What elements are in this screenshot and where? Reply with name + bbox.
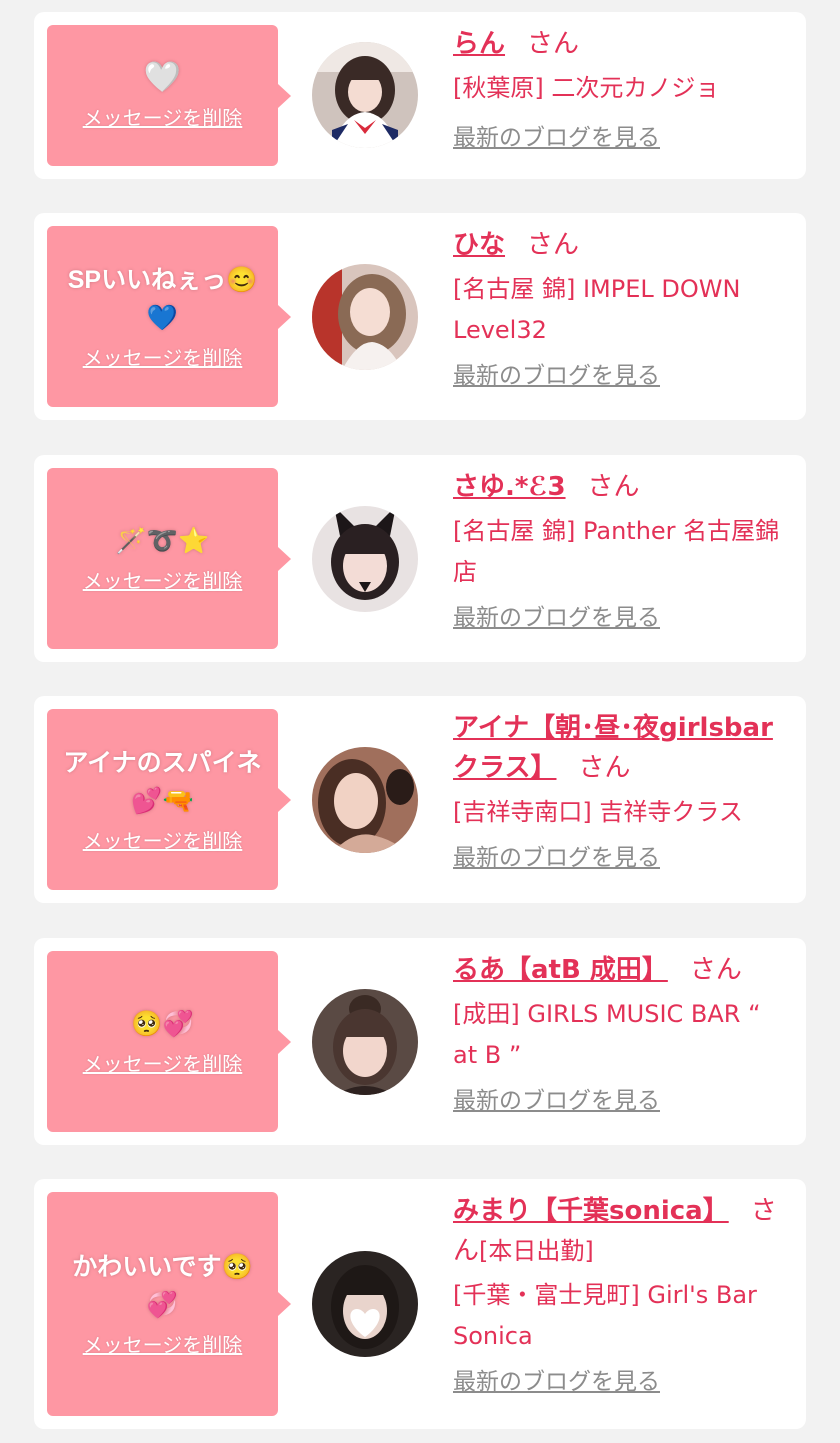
shop-name: [吉祥寺南口] 吉祥寺クラス: [453, 798, 743, 826]
shop-name: [名古屋 錦] Panther 名古屋錦店: [453, 517, 780, 586]
avatar[interactable]: [312, 989, 418, 1095]
delete-message-link[interactable]: メッセージを削除: [83, 1049, 243, 1079]
message-bubble: 🪄➰⭐️ メッセージを削除: [47, 468, 291, 649]
latest-blog-link[interactable]: 最新のブログを見る: [453, 359, 660, 393]
message-bubble: SPいいねぇっ😊💙 メッセージを削除: [47, 226, 291, 407]
shop-name: [秋葉原] 二次元カノジョ: [453, 74, 720, 102]
message-text: 🥺💞: [131, 1009, 194, 1038]
list-item: アイナのスパイネ💕🔫 メッセージを削除 アイナ【朝･昼･夜girlsbarクラス…: [34, 696, 806, 903]
delete-message-link[interactable]: メッセージを削除: [83, 1330, 243, 1360]
message-text: 🪄➰⭐️: [115, 526, 210, 555]
delete-message-link[interactable]: メッセージを削除: [83, 343, 243, 373]
info-column: アイナ【朝･昼･夜girlsbarクラス】 さん [吉祥寺南口] 吉祥寺クラス 最…: [453, 708, 791, 875]
name-link[interactable]: みまり【千葉sonica】: [453, 1196, 729, 1226]
name-link[interactable]: らん: [453, 29, 505, 59]
message-bubble: かわいいです🥺💞 メッセージを削除: [47, 1192, 291, 1416]
shop-name: [成田] GIRLS MUSIC BAR “ at B ”: [453, 1000, 761, 1069]
avatar[interactable]: [312, 42, 418, 148]
message-text: SPいいねぇっ😊💙: [67, 265, 258, 332]
list-item: 🪄➰⭐️ メッセージを削除 さゆ.*ℰ3 さん [名古屋 錦] Panther 名…: [34, 455, 806, 662]
shop-name: [千葉・富士見町] Girl's Bar Sonica: [453, 1281, 757, 1350]
shop-name: [名古屋 錦] IMPEL DOWN Level32: [453, 275, 741, 344]
name-line: さゆ.*ℰ3 さん: [453, 467, 791, 507]
info-column: らん さん [秋葉原] 二次元カノジョ 最新のブログを見る: [453, 24, 791, 155]
list-item: 🥺💞 メッセージを削除 るあ【atB 成田】 さん [成田] GIRLS MUSI…: [34, 938, 806, 1145]
message-text: かわいいです🥺💞: [72, 1253, 253, 1319]
message-text: アイナのスパイネ💕🔫: [63, 748, 262, 815]
message-bubble: アイナのスパイネ💕🔫 メッセージを削除: [47, 709, 291, 890]
avatar[interactable]: [312, 506, 418, 612]
name-line: ひな さん: [453, 225, 791, 265]
delete-message-link[interactable]: メッセージを削除: [83, 826, 243, 856]
name-line: らん さん: [453, 24, 791, 64]
status-text: [本日出勤]: [479, 1237, 594, 1265]
latest-blog-link[interactable]: 最新のブログを見る: [453, 1084, 660, 1118]
avatar[interactable]: [312, 1251, 418, 1357]
info-column: さゆ.*ℰ3 さん [名古屋 錦] Panther 名古屋錦店 最新のブログを見る: [453, 467, 791, 635]
name-line: アイナ【朝･昼･夜girlsbarクラス】 さん: [453, 708, 791, 788]
message-bubble: 🤍 メッセージを削除: [47, 25, 291, 166]
info-column: ひな さん [名古屋 錦] IMPEL DOWN Level32 最新のブログを見…: [453, 225, 791, 393]
avatar[interactable]: [312, 264, 418, 370]
honorific: さん: [689, 955, 742, 985]
name-link[interactable]: ひな: [453, 230, 505, 260]
favorites-list: 🤍 メッセージを削除 らんさん [秋葉原] 二次元カノジョ 最新のブログを見る: [0, 0, 840, 1443]
name-link[interactable]: るあ【atB 成田】: [453, 955, 668, 985]
name-link[interactable]: さゆ.*ℰ3: [453, 472, 566, 502]
delete-message-link[interactable]: メッセージを削除: [83, 566, 243, 596]
latest-blog-link[interactable]: 最新のブログを見る: [453, 121, 660, 155]
name-line: みまり【千葉sonica】 さん[本日出勤]: [453, 1191, 791, 1271]
info-column: るあ【atB 成田】 さん [成田] GIRLS MUSIC BAR “ at B…: [453, 950, 791, 1118]
info-column: みまり【千葉sonica】 さん[本日出勤] [千葉・富士見町] Girl's B…: [453, 1191, 791, 1399]
name-line: るあ【atB 成田】 さん: [453, 950, 791, 990]
message-bubble: 🥺💞 メッセージを削除: [47, 951, 291, 1132]
delete-message-link[interactable]: メッセージを削除: [83, 103, 243, 133]
list-item: SPいいねぇっ😊💙 メッセージを削除 ひな さん [名古屋 錦] IMPEL DO…: [34, 213, 806, 420]
list-item: 🤍 メッセージを削除 らん さん [秋葉原] 二次元カノジョ 最新のブログを見る: [34, 12, 806, 179]
honorific: さん: [527, 29, 580, 59]
latest-blog-link[interactable]: 最新のブログを見る: [453, 601, 660, 635]
message-text: 🤍: [143, 60, 182, 94]
avatar[interactable]: [312, 747, 418, 853]
honorific: さん: [527, 230, 580, 260]
latest-blog-link[interactable]: 最新のブログを見る: [453, 841, 660, 875]
honorific: さん: [578, 753, 631, 783]
honorific: さん: [587, 472, 640, 502]
latest-blog-link[interactable]: 最新のブログを見る: [453, 1365, 660, 1399]
list-item: かわいいです🥺💞 メッセージを削除 みまり【千葉sonica】 さん[本日出勤] …: [34, 1179, 806, 1429]
